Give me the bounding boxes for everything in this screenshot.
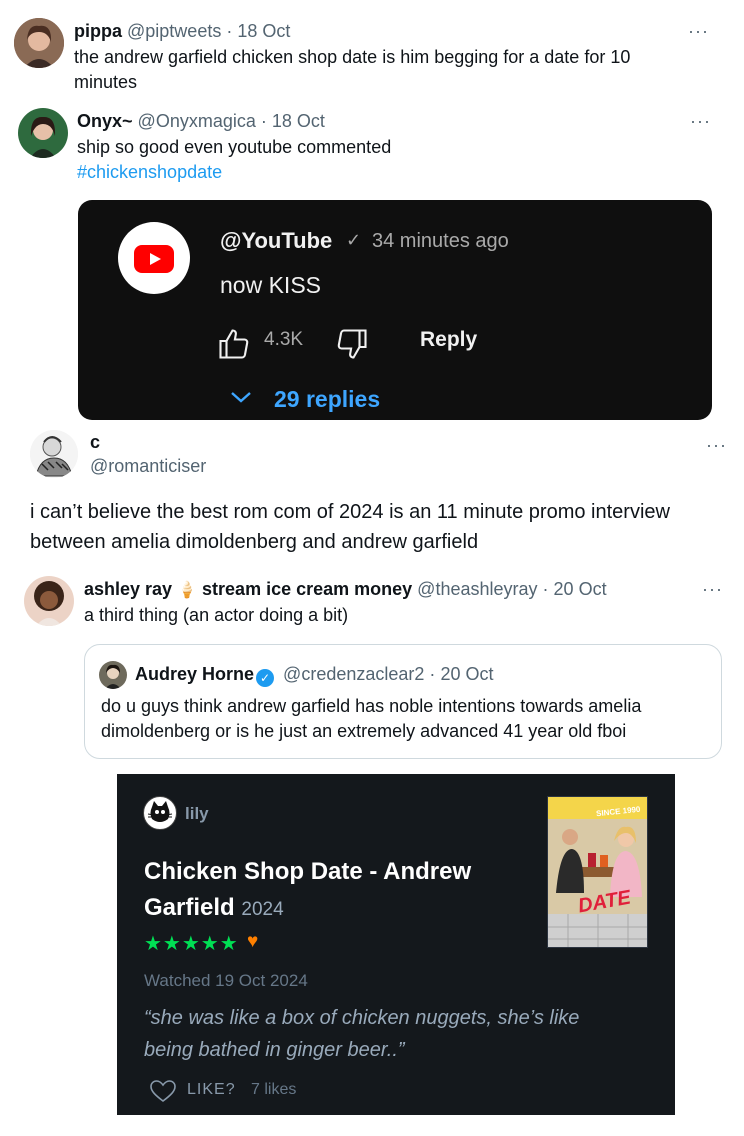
letterboxd-review-image[interactable]: lily Chicken Shop Date - Andrew Garfield… <box>117 774 675 1115</box>
display-name[interactable]: c <box>90 430 100 455</box>
cat-icon <box>147 801 173 822</box>
like-count: 7 likes <box>251 1081 297 1098</box>
display-name-suffix[interactable]: stream ice cream money <box>202 579 412 599</box>
avatar[interactable] <box>30 430 78 478</box>
star-rating: ★★★★★ <box>144 933 239 955</box>
more-options-icon[interactable]: ··· <box>702 580 723 598</box>
tweet-header: pippa @piptweets · 18 Oct <box>74 19 290 44</box>
tweet-text-line-1: the andrew garfield chicken shop date is… <box>74 47 631 67</box>
avatar-image <box>18 108 68 158</box>
replies-link: 29 replies <box>274 386 381 412</box>
more-options-icon[interactable]: ··· <box>706 436 727 454</box>
comment-text: now KISS <box>220 272 321 298</box>
separator: · <box>542 579 549 599</box>
poster-image <box>548 797 647 947</box>
quote-separator: · <box>429 664 436 684</box>
display-name[interactable]: pippa <box>74 21 122 41</box>
verified-badge-icon: ✓ <box>256 669 275 687</box>
quoted-tweet[interactable]: Audrey Horne ✓ @credenzaclear2 · 20 Oct d… <box>84 644 722 759</box>
tweet-pippa: pippa @piptweets · 18 Oct ··· the andrew… <box>0 0 744 100</box>
more-options-icon[interactable]: ··· <box>688 22 709 40</box>
avatar[interactable] <box>18 108 68 158</box>
quote-handle: @credenzaclear2 <box>283 664 425 684</box>
youtube-logo-icon <box>118 222 190 294</box>
film-title-text: Chicken Shop Date - Andrew Garfield <box>144 858 472 921</box>
film-poster: SINCE 1990 DATE <box>547 796 648 948</box>
chevron-down-icon <box>231 392 251 403</box>
tweet-text: a third thing (an actor doing a bit) <box>84 605 349 625</box>
more-options-icon[interactable]: ··· <box>690 112 711 130</box>
like-label: LIKE? <box>187 1081 236 1098</box>
liked-heart-icon: ♥ <box>247 931 259 952</box>
verified-check-icon: ✓ <box>346 230 362 250</box>
review-line-1: “she was like a box of chicken nuggets, … <box>144 1007 580 1029</box>
avatar-image <box>14 18 64 68</box>
ice-cream-icon: 🍦 <box>177 582 198 599</box>
film-title: Chicken Shop Date - Andrew Garfield 2024 <box>144 854 514 928</box>
thumbs-up-icon <box>219 329 249 359</box>
thumbs-down-icon <box>337 329 367 359</box>
tweet-header: Onyx~ @Onyxmagica · 18 Oct <box>77 109 325 134</box>
timestamp[interactable]: 20 Oct <box>554 579 607 599</box>
watched-date: Watched 19 Oct 2024 <box>144 971 308 990</box>
reply-button: Reply <box>420 328 478 351</box>
letterboxd-avatar <box>143 796 177 830</box>
avatar[interactable] <box>24 576 74 626</box>
tweet-text-line-2: between amelia dimoldenberg and andrew g… <box>30 531 479 553</box>
letterboxd-username: lily <box>185 804 209 823</box>
timestamp[interactable]: 18 Oct <box>237 21 290 41</box>
tweet-c: c @romanticiser ··· i can’t believe the … <box>0 425 744 570</box>
tweet-text-line-1: i can’t believe the best rom com of 2024… <box>30 501 670 523</box>
timestamp[interactable]: 18 Oct <box>272 111 325 131</box>
review-text: “she was like a box of chicken nuggets, … <box>144 1002 624 1066</box>
youtube-handle: @YouTube <box>220 228 333 253</box>
quote-timestamp: 20 Oct <box>440 664 494 684</box>
display-name[interactable]: ashley ray <box>84 579 172 599</box>
quote-text-line-2: dimoldenberg or is he just an extremely … <box>101 721 627 741</box>
like-count: 4.3K <box>264 329 304 350</box>
quote-avatar <box>99 661 127 689</box>
quote-display-name: Audrey Horne <box>135 664 255 684</box>
separator: · <box>226 21 233 41</box>
quote-text-line-1: do u guys think andrew garfield has nobl… <box>101 696 642 716</box>
handle[interactable]: @piptweets <box>127 21 221 41</box>
youtube-comment-image[interactable]: @YouTube ✓ 34 minutes ago now KISS 4.3K … <box>78 200 712 420</box>
avatar-image <box>24 576 74 626</box>
tweet-header: ashley ray 🍦 stream ice cream money @the… <box>84 577 607 603</box>
heart-outline-icon <box>150 1080 176 1103</box>
avatar-image <box>30 430 78 478</box>
display-name[interactable]: Onyx~ <box>77 111 133 131</box>
handle[interactable]: @theashleyray <box>417 579 537 599</box>
avatar-image <box>99 661 127 689</box>
comment-time: 34 minutes ago <box>372 230 509 252</box>
tweet-text-line-2: minutes <box>74 72 138 92</box>
tweet-text: ship so good even youtube commented <box>77 137 392 157</box>
review-line-2: being bathed in ginger beer..” <box>144 1039 405 1061</box>
film-year: 2024 <box>241 899 284 920</box>
quote-header: Audrey Horne ✓ @credenzaclear2 · 20 Oct <box>135 662 493 687</box>
hashtag-link[interactable]: #chickenshopdate <box>77 160 222 185</box>
avatar[interactable] <box>14 18 64 68</box>
handle[interactable]: @Onyxmagica <box>138 111 256 131</box>
separator: · <box>260 111 267 131</box>
handle[interactable]: @romanticiser <box>90 454 206 479</box>
